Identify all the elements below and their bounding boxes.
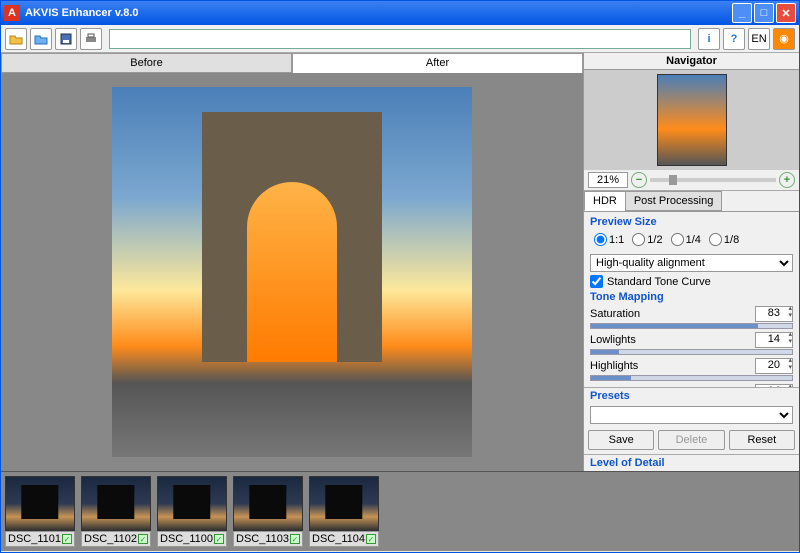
thumbnail-image[interactable]: [233, 476, 303, 531]
info-button[interactable]: i: [698, 28, 720, 50]
thumbnail-name: DSC_1100✓: [157, 531, 227, 547]
app-logo-icon: A: [4, 5, 20, 21]
zoom-out-button[interactable]: −: [631, 172, 647, 188]
language-button[interactable]: EN: [748, 28, 770, 50]
maximize-button[interactable]: □: [754, 3, 774, 23]
reset-button[interactable]: Reset: [729, 430, 795, 450]
thumbnail-checkbox[interactable]: ✓: [290, 534, 300, 544]
preview-18[interactable]: 1/8: [709, 233, 739, 246]
open-folder-button[interactable]: [30, 28, 52, 50]
save-button[interactable]: Save: [588, 430, 654, 450]
preview-size-label: Preview Size: [590, 216, 793, 228]
tone-mapping-label: Tone Mapping: [590, 291, 793, 303]
tab-before[interactable]: Before: [1, 53, 292, 73]
toolbar: i ? EN ◉: [1, 25, 799, 53]
filmstrip[interactable]: DSC_1101✓ DSC_1102✓ DSC_1100✓ DSC_1103✓ DSC_…: [1, 471, 799, 551]
help-button[interactable]: ?: [723, 28, 745, 50]
slider-label: Highlights: [590, 360, 638, 372]
std-tone-label: Standard Tone Curve: [607, 276, 711, 288]
view-tabs: Before After: [1, 53, 583, 73]
zoom-in-button[interactable]: +: [779, 172, 795, 188]
slider-spinner[interactable]: 20: [755, 358, 793, 374]
slider-saturation[interactable]: [590, 323, 793, 329]
slider-spinner[interactable]: 14: [755, 332, 793, 348]
lod-label: Level of Detail: [584, 454, 799, 471]
thumbnail-checkbox[interactable]: ✓: [138, 534, 148, 544]
thumbnail-checkbox[interactable]: ✓: [214, 534, 224, 544]
slider-highlights[interactable]: [590, 375, 793, 381]
presets-label: Presets: [584, 387, 799, 404]
preview-14[interactable]: 1/4: [671, 233, 701, 246]
close-button[interactable]: ✕: [776, 3, 796, 23]
slider-label: Saturation: [590, 308, 640, 320]
image-canvas[interactable]: [1, 73, 583, 471]
navigator-header: Navigator: [584, 53, 799, 70]
thumbnail-checkbox[interactable]: ✓: [366, 534, 376, 544]
preview-image: [112, 87, 472, 457]
slider-lowlights[interactable]: [590, 349, 793, 355]
thumbnail-checkbox[interactable]: ✓: [62, 534, 72, 544]
preview-11[interactable]: 1:1: [594, 233, 624, 246]
slider-spinner[interactable]: 83: [755, 306, 793, 322]
thumbnail-name: DSC_1103✓: [233, 531, 303, 547]
delete-button[interactable]: Delete: [658, 430, 724, 450]
zoom-value[interactable]: 21%: [588, 172, 628, 188]
minimize-button[interactable]: _: [732, 3, 752, 23]
presets-select[interactable]: [590, 406, 793, 424]
thumbnail-name: DSC_1104✓: [309, 531, 379, 547]
preview-size-radios: 1:1 1/2 1/4 1/8: [590, 231, 793, 248]
tab-after[interactable]: After: [292, 53, 583, 73]
window-title: AKVIS Enhancer v.8.0: [25, 7, 730, 19]
path-input[interactable]: [109, 29, 691, 49]
print-button[interactable]: [80, 28, 102, 50]
save-file-button[interactable]: [55, 28, 77, 50]
alignment-select[interactable]: High-quality alignment: [590, 254, 793, 272]
thumbnail-image[interactable]: [81, 476, 151, 531]
thumbnail-image[interactable]: [309, 476, 379, 531]
navigator-thumb: [657, 74, 727, 166]
zoom-slider[interactable]: [650, 178, 776, 182]
tab-post-processing[interactable]: Post Processing: [625, 191, 722, 211]
settings-button[interactable]: ◉: [773, 28, 795, 50]
titlebar: A AKVIS Enhancer v.8.0 _ □ ✕: [1, 1, 799, 25]
open-file-button[interactable]: [5, 28, 27, 50]
thumbnail-name: DSC_1101✓: [5, 531, 75, 547]
std-tone-checkbox[interactable]: [590, 275, 603, 288]
thumbnail-image[interactable]: [157, 476, 227, 531]
navigator-panel[interactable]: [584, 70, 799, 170]
slider-label: Lowlights: [590, 334, 636, 346]
thumbnail-name: DSC_1102✓: [81, 531, 151, 547]
preview-12[interactable]: 1/2: [632, 233, 662, 246]
slider-spinner[interactable]: 14: [755, 384, 793, 387]
thumbnail-image[interactable]: [5, 476, 75, 531]
tab-hdr[interactable]: HDR: [584, 191, 626, 211]
